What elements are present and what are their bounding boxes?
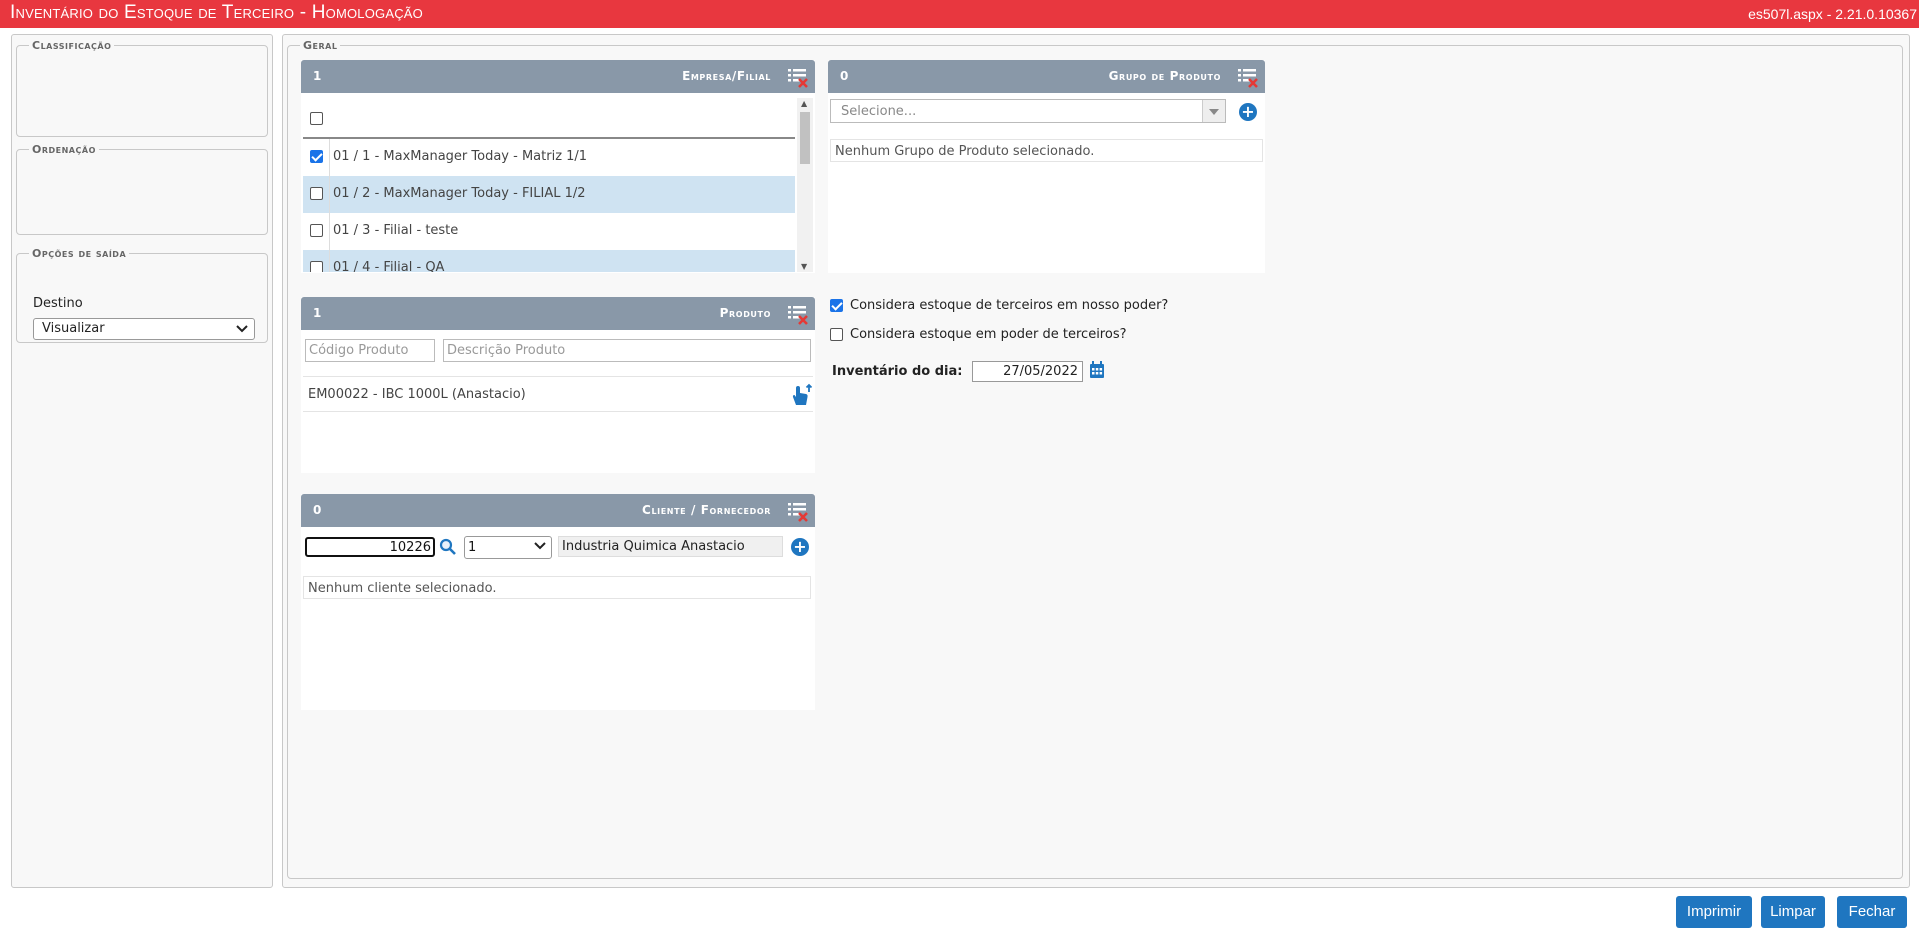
row-label: 01 / 1 - MaxManager Today - Matriz 1/1 — [333, 149, 588, 164]
empresa-filial-header: 1 Empresa/Filial — [301, 60, 815, 93]
row-label: 01 / 4 - Filial - QA — [333, 260, 445, 272]
row-checkbox[interactable] — [310, 224, 323, 237]
nosso-poder-checkbox[interactable] — [830, 299, 843, 312]
fechar-button[interactable]: Fechar — [1837, 896, 1907, 928]
cliente-code-input[interactable]: 10226 — [305, 537, 435, 557]
opcoes-saida-legend: Opções de saída — [32, 247, 127, 260]
poder-terceiros-label: Considera estoque em poder de terceiros? — [850, 327, 1127, 342]
empresa-list-header — [303, 98, 795, 139]
classificacao-fieldset: Classificação — [16, 39, 268, 137]
cliente-branch-value: 1 — [468, 540, 477, 555]
row-checkbox[interactable] — [310, 150, 323, 163]
grupo-count: 0 — [840, 69, 849, 83]
clear-list-icon[interactable] — [787, 303, 809, 325]
grupo-empty-message: Nenhum Grupo de Produto selecionado. — [830, 139, 1263, 162]
table-row[interactable]: 01 / 2 - MaxManager Today - FILIAL 1/2 — [303, 176, 795, 213]
cliente-fornecedor-panel: 0 Cliente / Fornecedor 10226 1 Industria… — [301, 494, 815, 710]
opcoes-saida-fieldset: Opções de saída Destino Visualizar — [16, 247, 268, 343]
produto-item-label: EM00022 - IBC 1000L (Anastacio) — [308, 387, 526, 402]
grupo-produto-header: 0 Grupo de Produto — [828, 60, 1265, 93]
grupo-produto-panel: 0 Grupo de Produto Selecione... + Nenhum… — [828, 60, 1265, 273]
imprimir-button[interactable]: Imprimir — [1676, 896, 1752, 928]
empresa-list: 01 / 1 - MaxManager Today - Matriz 1/1 0… — [303, 98, 795, 272]
poder-terceiros-checkbox[interactable] — [830, 328, 843, 341]
clear-list-icon[interactable] — [787, 500, 809, 522]
empresa-filial-panel: 1 Empresa/Filial 01 / 1 - MaxManager Tod… — [301, 60, 815, 273]
produto-count: 1 — [313, 306, 322, 320]
chevron-down-icon — [534, 537, 546, 558]
sidebar: Classificação Ordenação Opções de saída … — [11, 34, 273, 888]
dropdown-arrow-icon[interactable] — [1202, 100, 1225, 122]
title-bar: Inventário do Estoque de Terceiro - Homo… — [0, 0, 1919, 28]
add-cliente-button[interactable]: + — [791, 538, 809, 556]
ordenacao-legend: Ordenação — [32, 143, 96, 156]
clear-list-icon[interactable] — [1237, 66, 1259, 88]
cliente-name-field: Industria Quimica Anastacio — [558, 536, 783, 557]
table-row[interactable]: 01 / 4 - Filial - QA — [303, 250, 795, 272]
add-grupo-button[interactable]: + — [1239, 103, 1257, 121]
calendar-icon[interactable] — [1089, 361, 1105, 383]
grupo-select[interactable]: Selecione... — [830, 99, 1226, 123]
clear-list-icon[interactable] — [787, 66, 809, 88]
classificacao-legend: Classificação — [32, 39, 112, 52]
ordenacao-fieldset: Ordenação — [16, 143, 268, 235]
grupo-title: Grupo de Produto — [1108, 69, 1221, 83]
row-checkbox[interactable] — [310, 261, 323, 272]
version-label: es507l.aspx - 2.21.0.10367 — [1748, 6, 1917, 22]
scroll-thumb[interactable] — [800, 112, 810, 164]
produto-title: Produto — [719, 306, 771, 320]
pointer-hand-icon[interactable] — [789, 383, 813, 411]
cliente-empty-message: Nenhum cliente selecionado. — [303, 576, 811, 599]
chevron-down-icon — [236, 320, 248, 342]
list-item: EM00022 - IBC 1000L (Anastacio) — [303, 376, 813, 412]
inventario-date-input[interactable]: 27/05/2022 — [972, 361, 1083, 382]
scroll-up-icon[interactable]: ▲ — [801, 99, 807, 108]
produto-panel: 1 Produto Código Produto Descrição Produ… — [301, 297, 815, 473]
table-row[interactable]: 01 / 1 - MaxManager Today - Matriz 1/1 — [303, 139, 795, 176]
inventario-label: Inventário do dia: — [832, 364, 963, 379]
scroll-down-icon[interactable]: ▼ — [801, 262, 807, 271]
window-title: Inventário do Estoque de Terceiro - Homo… — [10, 2, 423, 23]
empresa-scrollbar[interactable]: ▲ ▼ — [797, 98, 813, 272]
cliente-count: 0 — [313, 503, 322, 517]
row-label: 01 / 3 - Filial - teste — [333, 223, 459, 238]
row-label: 01 / 2 - MaxManager Today - FILIAL 1/2 — [333, 186, 586, 201]
descricao-produto-input[interactable]: Descrição Produto — [443, 339, 811, 362]
cliente-header: 0 Cliente / Fornecedor — [301, 494, 815, 527]
cliente-branch-select[interactable]: 1 — [464, 536, 552, 559]
destino-label: Destino — [33, 296, 83, 311]
geral-legend: Geral — [303, 39, 338, 52]
select-all-checkbox[interactable] — [310, 112, 323, 125]
nosso-poder-label: Considera estoque de terceiros em nosso … — [850, 298, 1169, 313]
grupo-select-placeholder: Selecione... — [841, 104, 917, 119]
limpar-button[interactable]: Limpar — [1761, 896, 1825, 928]
search-icon[interactable] — [439, 538, 457, 560]
table-row[interactable]: 01 / 3 - Filial - teste — [303, 213, 795, 250]
destino-select[interactable]: Visualizar — [33, 318, 255, 340]
destino-value: Visualizar — [42, 321, 105, 336]
produto-header: 1 Produto — [301, 297, 815, 330]
empresa-title: Empresa/Filial — [682, 69, 771, 83]
codigo-produto-input[interactable]: Código Produto — [305, 339, 435, 362]
empresa-count: 1 — [313, 69, 322, 83]
row-checkbox[interactable] — [310, 187, 323, 200]
cliente-title: Cliente / Fornecedor — [642, 503, 771, 517]
